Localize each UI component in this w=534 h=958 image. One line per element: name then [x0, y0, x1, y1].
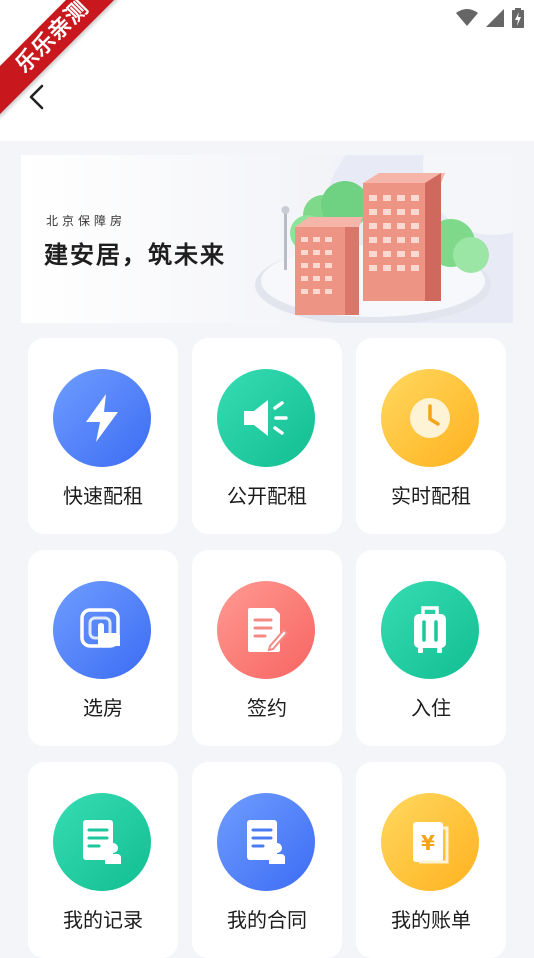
- bill-icon: ¥: [381, 793, 479, 891]
- card-label: 选房: [83, 696, 123, 720]
- status-icons: [456, 8, 524, 28]
- card-label: 公开配租: [227, 484, 307, 508]
- contract-icon: [217, 793, 315, 891]
- select-room-card[interactable]: 选房: [28, 550, 178, 746]
- card-label: 实时配租: [391, 484, 471, 508]
- sign-document-icon: [217, 581, 315, 679]
- lightning-icon: [53, 369, 151, 467]
- function-grid: 快速配租 公开配租 实时配租 选房 签约 入住 我的记录 我的合同 ¥ 我的账单: [28, 338, 506, 958]
- banner-title: 建安居，筑未来: [44, 241, 226, 269]
- public-rental-card[interactable]: 公开配租: [192, 338, 342, 534]
- realtime-rental-card[interactable]: 实时配租: [356, 338, 506, 534]
- card-label: 签约: [247, 696, 287, 720]
- card-label: 快速配租: [63, 484, 143, 508]
- card-label: 我的合同: [227, 908, 307, 932]
- tap-hand-icon: [53, 581, 151, 679]
- clock-icon: [381, 369, 479, 467]
- my-records-card[interactable]: 我的记录: [28, 762, 178, 958]
- svg-text:¥: ¥: [421, 831, 435, 855]
- card-label: 我的记录: [63, 908, 143, 932]
- check-in-card[interactable]: 入住: [356, 550, 506, 746]
- my-contracts-card[interactable]: 我的合同: [192, 762, 342, 958]
- apartment-buildings-illustration: [255, 155, 513, 323]
- my-bills-card[interactable]: ¥ 我的账单: [356, 762, 506, 958]
- nav-bar: [0, 36, 534, 141]
- card-label: 入住: [411, 696, 451, 720]
- record-icon: [53, 793, 151, 891]
- card-label: 我的账单: [391, 908, 471, 932]
- quick-rental-card[interactable]: 快速配租: [28, 338, 178, 534]
- wifi-icon: [456, 9, 478, 26]
- sign-contract-card[interactable]: 签约: [192, 550, 342, 746]
- luggage-icon: [381, 581, 479, 679]
- battery-charging-icon: [512, 8, 524, 28]
- megaphone-icon: [217, 369, 315, 467]
- cellular-signal-icon: [486, 9, 504, 27]
- banner[interactable]: 北京保障房 建安居，筑未来: [21, 155, 513, 323]
- banner-subtitle: 北京保障房: [46, 214, 127, 228]
